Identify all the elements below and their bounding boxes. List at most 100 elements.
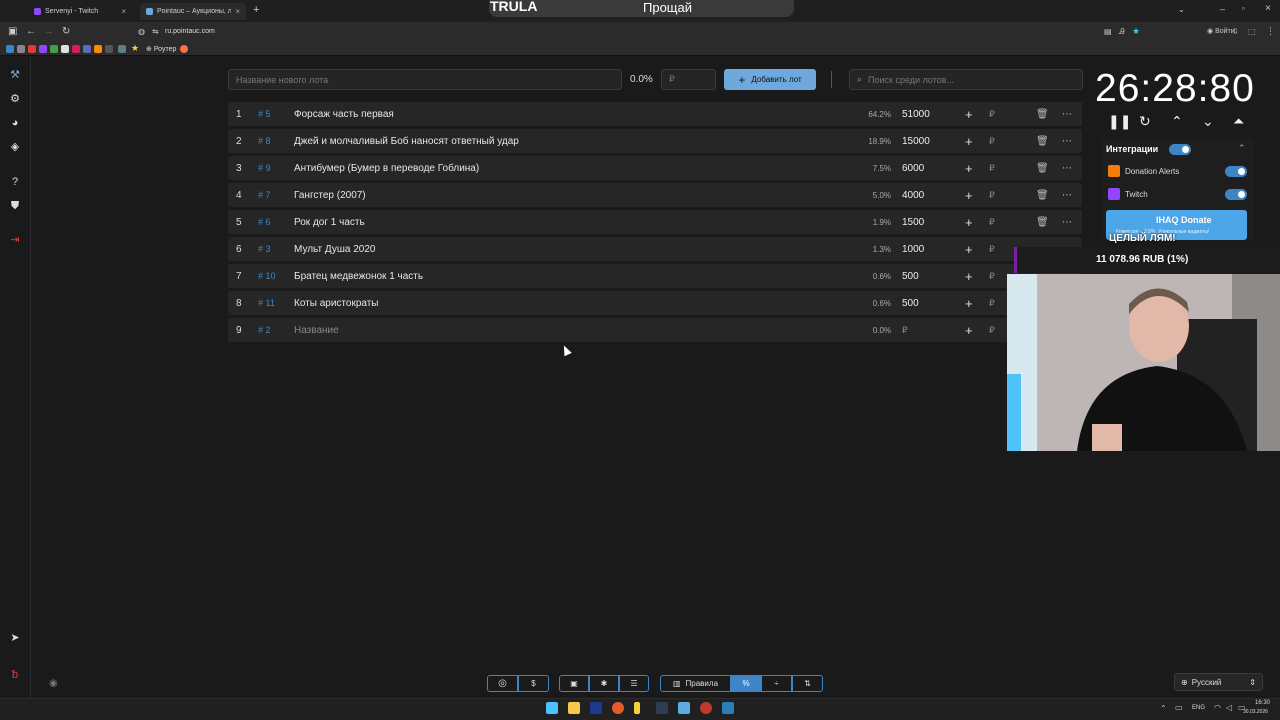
clock-date[interactable]: 30.03.2026 xyxy=(1243,709,1268,715)
lot-name[interactable]: Гангстер (2007) xyxy=(294,190,366,201)
star-icon[interactable]: ★ xyxy=(1132,26,1140,37)
add-amount-button[interactable]: + xyxy=(965,107,973,122)
more-icon[interactable]: ⋯ xyxy=(1062,136,1072,147)
minimize-button[interactable]: – xyxy=(1220,4,1225,14)
lot-name[interactable]: Братец медвежонок 1 часть xyxy=(294,271,423,282)
double-up-icon[interactable]: ⏶ xyxy=(1233,113,1244,130)
lot-amount[interactable]: 500 xyxy=(902,298,919,309)
bookmark-icon[interactable] xyxy=(72,45,80,53)
extensions-icon[interactable]: ⬚ xyxy=(1248,27,1256,36)
lot-id[interactable]: # 8 xyxy=(258,136,271,146)
tab-twitch[interactable]: Servenyi - Twitch × xyxy=(28,3,132,20)
bookmark-icon[interactable] xyxy=(83,45,91,53)
more-icon[interactable]: ⋯ xyxy=(1062,190,1072,201)
app-icon[interactable] xyxy=(678,702,690,714)
chevron-down-icon[interactable]: ⌄ xyxy=(1178,5,1185,14)
close-icon[interactable]: × xyxy=(121,7,126,16)
new-lot-input[interactable]: Название нового лота xyxy=(228,69,622,90)
add-amount-button[interactable]: + xyxy=(965,269,973,284)
tray-icon[interactable]: ▭ xyxy=(1175,703,1183,712)
twitch-toggle[interactable] xyxy=(1225,189,1247,200)
shield-icon[interactable]: ◍ xyxy=(138,27,145,36)
bookmark-kick-icon[interactable] xyxy=(50,45,58,53)
ruble-input[interactable]: ₽ xyxy=(989,325,995,336)
close-window-button[interactable]: × xyxy=(1265,3,1271,14)
lot-id[interactable]: # 6 xyxy=(258,217,271,227)
add-amount-button[interactable]: + xyxy=(965,242,973,257)
lot-row[interactable]: 2 # 8 Джей и молчаливый Боб наносят ответн… xyxy=(228,129,1082,153)
close-icon[interactable]: × xyxy=(235,7,240,16)
shield-check-icon[interactable]: ⛊ xyxy=(8,199,22,213)
lot-amount[interactable]: 1000 xyxy=(902,244,924,255)
translate-icon[interactable]: Ꭿ xyxy=(1119,27,1125,37)
bug-button[interactable]: ✱ xyxy=(589,675,619,692)
search-input[interactable]: ⌕ Поиск среди лотов... xyxy=(849,69,1083,90)
ruble-input[interactable]: ₽ xyxy=(989,298,995,309)
lot-amount[interactable]: 4000 xyxy=(902,190,924,201)
lot-row[interactable]: 1 # 5 Форсаж часть первая 64.2% 51000 + ₽ 🗑 ⋯ xyxy=(228,102,1082,126)
bookmark-router[interactable]: ⊕ Роутер xyxy=(146,45,176,53)
chevron-up-icon[interactable]: ⌃ xyxy=(1171,113,1183,130)
amount-input[interactable]: ₽ xyxy=(661,69,716,90)
more-icon[interactable]: ⋯ xyxy=(1062,163,1072,174)
add-amount-button[interactable]: + xyxy=(965,161,973,176)
forward-icon[interactable]: → xyxy=(44,26,54,37)
sort-button[interactable]: ⇅ xyxy=(792,675,823,692)
lot-name[interactable]: Мульт Душа 2020 xyxy=(294,244,375,255)
lot-name[interactable]: Коты аристократы xyxy=(294,298,379,309)
lot-row[interactable]: 4 # 7 Гангстер (2007) 5.0% 4000 + ₽ 🗑 ⋯ xyxy=(228,183,1082,207)
trash-icon[interactable]: 🗑 xyxy=(1036,163,1049,174)
wifi-icon[interactable]: ◠ xyxy=(1214,703,1221,712)
lot-id[interactable]: # 11 xyxy=(258,298,275,308)
lot-row[interactable]: 3 # 9 Антибумер (Бумер в переводе Гоблина)… xyxy=(228,156,1082,180)
lot-name[interactable]: Название xyxy=(294,325,339,336)
lot-name[interactable]: Рок дог 1 часть xyxy=(294,217,365,228)
obs-icon[interactable] xyxy=(700,702,712,714)
telegram-icon[interactable]: ➤ xyxy=(8,631,22,645)
explorer-icon[interactable] xyxy=(568,702,580,714)
bookmark-icon[interactable] xyxy=(105,45,113,53)
add-amount-button[interactable]: + xyxy=(965,215,973,230)
trash-icon[interactable]: 🗑 xyxy=(1036,190,1049,201)
lot-row[interactable]: 5 # 6 Рок дог 1 часть 1.9% 1500 + ₽ 🗑 ⋯ xyxy=(228,210,1082,234)
bookmark-icon[interactable] xyxy=(61,45,69,53)
lot-name[interactable]: Джей и молчаливый Боб наносят ответный у… xyxy=(294,136,519,147)
bookmark-icon[interactable] xyxy=(94,45,102,53)
lot-id[interactable]: # 9 xyxy=(258,163,271,173)
visibility-icon[interactable]: ◉ xyxy=(49,678,58,689)
ruble-input[interactable]: ₽ xyxy=(989,190,995,201)
history-button[interactable]: ☰ xyxy=(619,675,649,692)
extension-icon[interactable]: ▤ xyxy=(1104,27,1112,36)
lot-amount[interactable]: 6000 xyxy=(902,163,924,174)
auction-icon[interactable]: ⚒ xyxy=(8,68,22,82)
reload-icon[interactable]: ↻ xyxy=(62,26,70,37)
add-amount-button[interactable]: + xyxy=(965,296,973,311)
percent-button[interactable]: % xyxy=(731,675,761,692)
lot-amount[interactable]: 51000 xyxy=(902,109,930,120)
chevron-down-icon[interactable]: ⌄ xyxy=(1202,113,1214,130)
collapse-icon[interactable]: ⌃ xyxy=(1238,143,1246,154)
back-icon[interactable]: ← xyxy=(26,26,36,37)
browser-icon[interactable] xyxy=(612,702,624,714)
divide-button[interactable]: ÷ xyxy=(761,675,792,692)
rules-button[interactable]: ▥ Правила xyxy=(660,675,731,692)
add-lot-button[interactable]: + Добавить лот xyxy=(724,69,816,90)
ruble-input[interactable]: ₽ xyxy=(989,217,995,228)
help-icon[interactable]: ? xyxy=(8,175,22,189)
lot-amount[interactable]: 1500 xyxy=(902,217,924,228)
downloads-icon[interactable]: ⇩ xyxy=(1232,27,1239,36)
trash-icon[interactable]: 🗑 xyxy=(1036,109,1049,120)
bookmark-vk-icon[interactable] xyxy=(6,45,14,53)
lot-row[interactable]: 9 # 2 Название 0.0% ₽ + ₽ xyxy=(228,318,1082,342)
ruble-input[interactable]: ₽ xyxy=(989,136,995,147)
lot-id[interactable]: # 7 xyxy=(258,190,271,200)
bookmark-icon[interactable] xyxy=(118,45,126,53)
lot-row[interactable]: 8 # 11 Коты аристократы 0.6% 500 + ₽ xyxy=(228,291,1082,315)
telegram-icon[interactable] xyxy=(722,702,734,714)
pause-icon[interactable]: ❚❚ xyxy=(1108,113,1131,130)
lot-name[interactable]: Антибумер (Бумер в переводе Гоблина) xyxy=(294,163,479,174)
github-button[interactable]: ◎ xyxy=(487,675,518,692)
tab-pointauc[interactable]: Pointauc – Аукционы, лотере × xyxy=(140,3,246,20)
lot-name[interactable]: Форсаж часть первая xyxy=(294,109,394,120)
lot-id[interactable]: # 2 xyxy=(258,325,271,335)
